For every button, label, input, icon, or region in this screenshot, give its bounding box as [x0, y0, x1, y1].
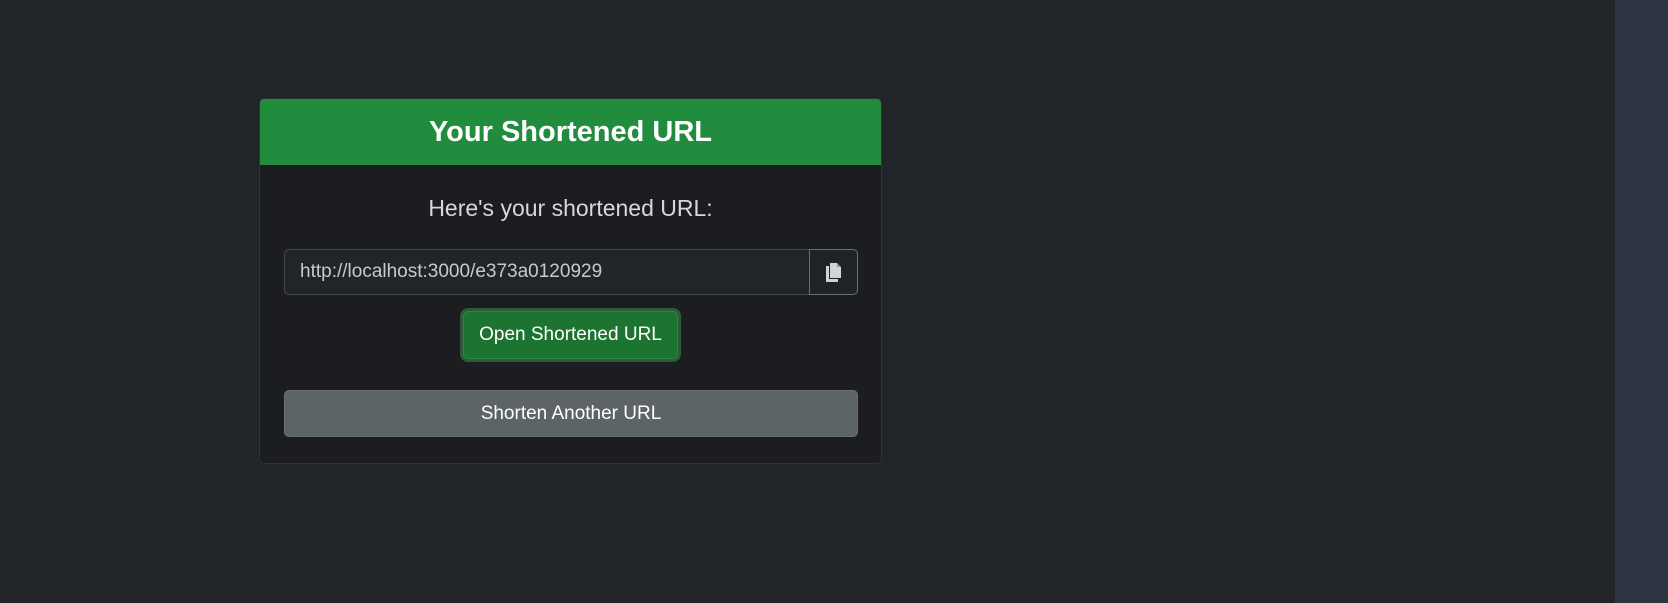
copy-icon	[825, 262, 841, 282]
page: Your Shortened URL Here's your shortened…	[0, 0, 1668, 603]
open-shortened-url-button[interactable]: Open Shortened URL	[463, 311, 678, 359]
card-header: Your Shortened URL	[260, 99, 881, 165]
shortened-url-card: Your Shortened URL Here's your shortened…	[259, 98, 882, 464]
right-edge-panel	[1615, 0, 1668, 603]
url-input-group	[284, 249, 858, 295]
shortened-url-input[interactable]	[284, 249, 809, 295]
card-title: Your Shortened URL	[428, 115, 713, 148]
intro-text: Here's your shortened URL:	[428, 195, 713, 221]
copy-button[interactable]	[809, 249, 858, 295]
open-button-wrap: Open Shortened URL	[260, 311, 881, 359]
card-body: Here's your shortened URL: Open Shortene…	[260, 165, 881, 463]
shorten-another-url-button[interactable]: Shorten Another URL	[284, 390, 858, 437]
